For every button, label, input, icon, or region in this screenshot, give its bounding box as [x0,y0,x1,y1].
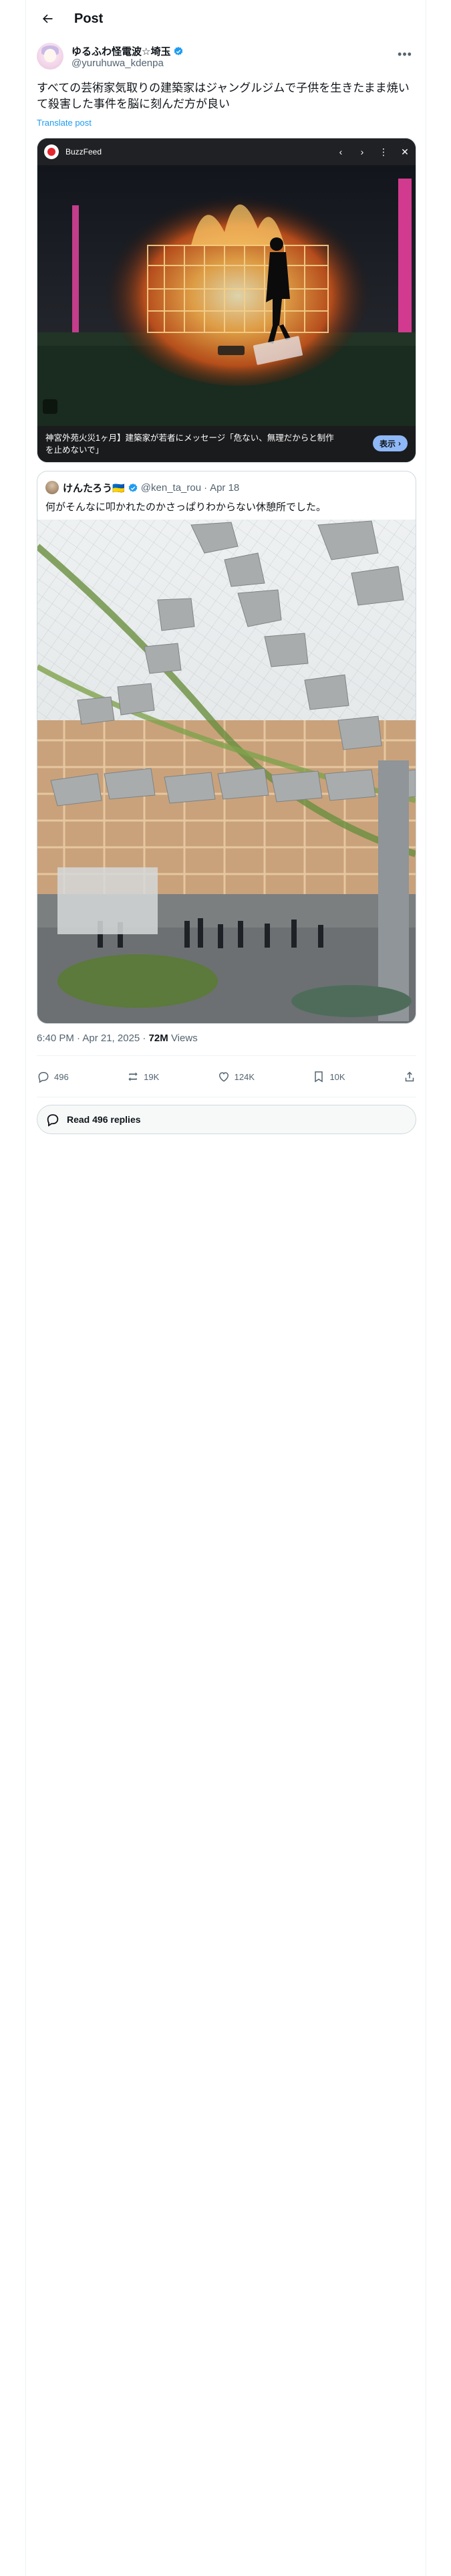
heart-icon [218,1072,229,1082]
share-icon [405,1071,414,1082]
embedded-video[interactable]: BuzzFeed ‹ › ⋮ ✕ 神宮外苑火災1ヶ月】建築家が若者にメッセージ「… [37,138,416,463]
quoted-author-handle: @ken_ta_rou [140,482,202,494]
speech-bubble-icon [47,1114,59,1127]
watch-video-button[interactable]: 表示 › [372,435,408,451]
bookmark-icon [315,1071,323,1083]
reply-count: 496 [54,1071,69,1082]
arrow-left-icon [43,14,53,23]
like-count: 124K [234,1071,255,1082]
author-handle[interactable]: @yuruhuwa_kdenpa [71,58,164,69]
views-label: Views [168,1033,198,1044]
channel-logo-icon [44,144,59,159]
like-button[interactable]: 124K [217,1070,255,1083]
separator-dot: · [204,482,208,494]
reply-icon [38,1072,49,1083]
verified-badge-icon [128,483,138,492]
post-column: Post ゆるふわ怪電波☆埼玉 @yuruhuwa_kdenpa ••• すべて… [25,0,426,2576]
vertical-dots-icon[interactable]: ⋮ [373,146,394,158]
reply-button[interactable]: 496 [37,1070,69,1083]
post-author: ゆるふわ怪電波☆埼玉 @yuruhuwa_kdenpa ••• [37,43,416,75]
quoted-post-date: Apr 18 [210,482,240,494]
video-thumbnail [37,165,416,426]
page-title: Post [74,11,104,26]
video-caption: 神宮外苑火災1ヶ月】建築家が若者にメッセージ「危ない、無理だからと制作を止めない… [45,433,334,455]
share-button[interactable] [403,1070,416,1083]
repost-icon [128,1072,138,1081]
watch-video-label: 表示 [379,439,396,449]
video-topbar: BuzzFeed ‹ › ⋮ ✕ [37,138,416,165]
verified-badge-icon [174,46,183,56]
quoted-post[interactable]: けんたろう🇺🇦 @ken_ta_rou · Apr 18 何がそんなに叩かれたの… [37,471,416,1024]
translate-post-link[interactable]: Translate post [37,118,92,128]
repost-button[interactable]: 19K [126,1070,159,1083]
quoted-avatar[interactable] [45,481,59,494]
view-count: 72M [148,1033,168,1044]
chevron-left-icon[interactable]: ‹ [330,146,351,157]
chevron-right-icon[interactable]: › [351,146,373,157]
author-name[interactable]: ゆるふわ怪電波☆埼玉 [71,44,170,58]
quoted-author-name: けんたろう🇺🇦 [63,483,125,494]
page-header: Post [26,0,427,37]
quoted-post-header: けんたろう🇺🇦 @ken_ta_rou · Apr 18 [63,481,239,495]
post-timestamp: 6:40 PM · Apr 21, 2025 · 72M Views [37,1033,198,1044]
bookmark-count: 10K [329,1071,345,1082]
read-replies-button[interactable]: Read 496 replies [37,1105,416,1134]
post-actions: 496 19K 124K 10K [37,1063,416,1090]
quoted-post-photo[interactable] [37,520,416,1024]
more-options-button[interactable]: ••• [394,43,416,66]
video-channel-name: BuzzFeed [65,147,102,156]
repost-count: 19K [144,1071,160,1082]
video-caption-bar: 神宮外苑火災1ヶ月】建築家が若者にメッセージ「危ない、無理だからと制作を止めない… [37,426,416,462]
avatar[interactable] [37,43,63,70]
close-icon[interactable]: ✕ [394,146,416,158]
back-button[interactable] [34,5,61,32]
divider [37,1055,416,1056]
chevron-right-icon: › [398,439,401,448]
more-dots-icon: ••• [398,47,412,61]
read-replies-label: Read 496 replies [67,1114,141,1125]
bookmark-button[interactable]: 10K [312,1070,345,1083]
post-time[interactable]: 6:40 PM · Apr 21, 2025 · [37,1033,149,1044]
post-text: すべての芸術家気取りの建築家はジャングルジムで子供を生きたまま焼いて殺害した事件… [37,82,410,110]
quoted-post-text: 何がそんなに叩かれたのかさっぱりわからない休憩所でした。 [45,502,327,513]
